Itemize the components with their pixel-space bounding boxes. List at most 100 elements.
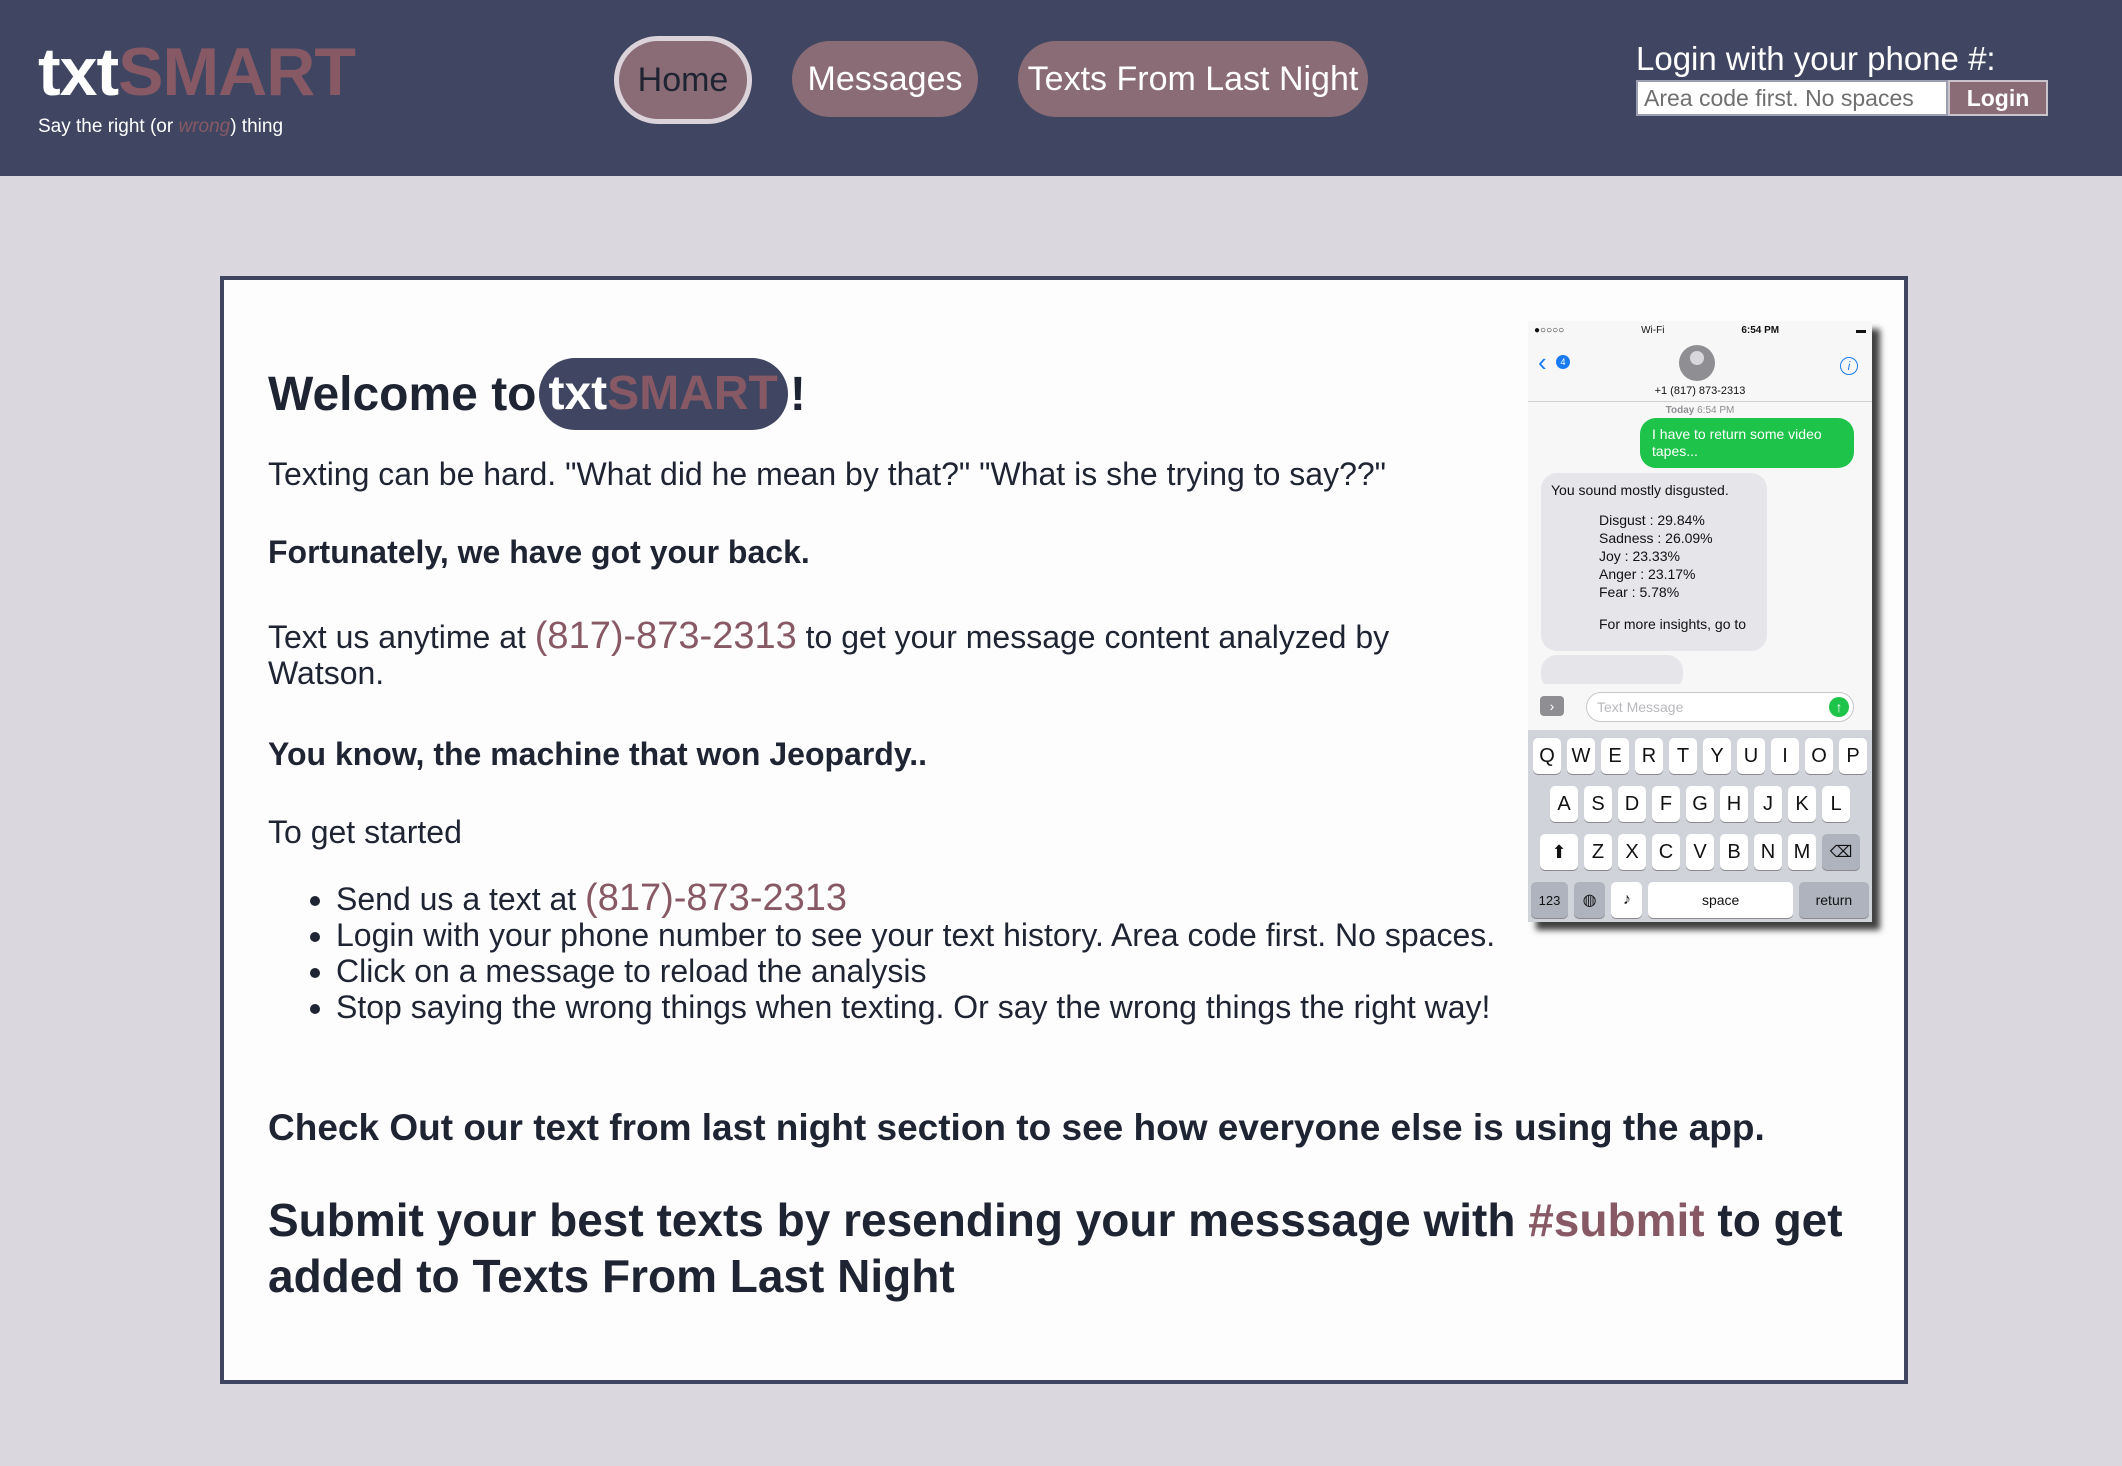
welcome-prefix: Welcome to: [268, 367, 537, 421]
shift-icon: ⬆: [1540, 834, 1578, 870]
keyboard-key: I: [1771, 738, 1799, 774]
emotion-stat: Joy : 23.33%: [1599, 548, 1680, 564]
wifi-label: Wi-Fi: [1641, 324, 1665, 336]
keyboard-key: R: [1635, 738, 1663, 774]
keyboard-key: S: [1584, 786, 1612, 822]
keyboard-key: A: [1550, 786, 1578, 822]
emotion-stat: Anger : 23.17%: [1599, 566, 1696, 582]
brand-pill: txtSMART: [538, 358, 788, 430]
numbers-key: 123: [1531, 882, 1569, 918]
emotion-stats: Disgust : 29.84% Sadness : 26.09% Joy : …: [1599, 511, 1757, 601]
info-icon: i: [1840, 357, 1858, 375]
keyboard-key: T: [1669, 738, 1697, 774]
text-us-before: Text us anytime at: [268, 619, 535, 655]
nav-texts-from-last-night-button[interactable]: Texts From Last Night: [1018, 41, 1368, 117]
keyboard-key: W: [1567, 738, 1595, 774]
phone-number-input[interactable]: [1636, 80, 1948, 116]
keyboard-key: D: [1618, 786, 1646, 822]
keyboard-key: O: [1805, 738, 1833, 774]
tagline-end: ) thing: [230, 116, 284, 137]
keyboard-key: X: [1618, 834, 1646, 870]
keyboard-row-3: ⬆ Z X C V B N M ⌫: [1528, 834, 1872, 870]
keyboard-key: Y: [1703, 738, 1731, 774]
submit-before: Submit your best texts by resending your…: [268, 1194, 1529, 1246]
keyboard-key: C: [1652, 834, 1680, 870]
list-item: Send us a text at (817)-873-2313: [336, 877, 1526, 919]
apps-icon: ›: [1540, 696, 1564, 716]
status-time: 6:54 PM: [1741, 324, 1780, 336]
step-1-phone-number: (817)-873-2313: [585, 877, 848, 919]
tagline-emphasis: wrong: [178, 116, 231, 137]
globe-icon: ◍: [1574, 882, 1606, 918]
date-divider: Today 6:54 PM: [1528, 405, 1872, 416]
tagline: Say the right (or wrong) thing: [38, 116, 355, 138]
date-label: Today: [1665, 405, 1695, 416]
logo-smart: SMART: [118, 34, 356, 110]
keyboard-key: U: [1737, 738, 1765, 774]
keyboard-key: Z: [1584, 834, 1612, 870]
login-label: Login with your phone #:: [1636, 40, 1996, 77]
signal-icon: ●○○○○: [1534, 324, 1565, 336]
unread-badge: 4: [1556, 355, 1570, 369]
logo-txt: txt: [38, 34, 119, 110]
top-nav-bar: txtSMART Say the right (or wrong) thing …: [0, 0, 2122, 176]
onscreen-keyboard: Q W E R T Y U I O P A S D F G H J K L ⬆ …: [1528, 730, 1872, 922]
logo[interactable]: txtSMART Say the right (or wrong) thing: [38, 32, 356, 138]
emotion-stat: Fear : 5.78%: [1599, 584, 1680, 600]
step-1-text: Send us a text at: [336, 881, 586, 917]
sent-message-bubble: I have to return some video tapes...: [1640, 418, 1854, 468]
keyboard-row-4: 123 ◍ ♪ space return: [1528, 882, 1872, 918]
contact-avatar-icon: [1679, 345, 1715, 381]
compose-placeholder: Text Message: [1597, 699, 1684, 715]
conversation-header: ‹ 4 +1 (817) 873-2313 i: [1528, 339, 1872, 402]
text-us-paragraph: Text us anytime at (817)-873-2313 to get…: [268, 615, 1458, 691]
brand-pill-txt: txt: [548, 367, 608, 420]
logo-wordmark: txtSMART: [38, 32, 356, 112]
submit-hashtag: #submit: [1528, 1194, 1705, 1246]
space-key: space: [1648, 882, 1793, 918]
keyboard-key: L: [1822, 786, 1850, 822]
emotion-stat: Disgust : 29.84%: [1599, 512, 1705, 528]
compose-field: Text Message ↑: [1586, 692, 1854, 722]
check-out-text: Check Out our text from last night secti…: [268, 1107, 1765, 1148]
reply-more-text: For more insights, go to: [1599, 616, 1747, 632]
fortunately-text: Fortunately, we have got your back.: [268, 534, 810, 570]
keyboard-key: H: [1720, 786, 1748, 822]
battery-icon: ▬: [1856, 324, 1866, 336]
emotion-stat: Sadness : 26.09%: [1599, 530, 1713, 546]
list-item: Click on a message to reload the analysi…: [336, 953, 1526, 989]
welcome-suffix: !: [789, 367, 806, 421]
welcome-heading: Welcome to txtSMART !: [268, 358, 806, 430]
nav-home-button[interactable]: Home: [614, 36, 752, 124]
keyboard-key: E: [1601, 738, 1629, 774]
back-chevron-icon: ‹: [1538, 347, 1547, 377]
keyboard-key: J: [1754, 786, 1782, 822]
phone-number: (817)-873-2313: [534, 615, 797, 657]
compose-bar: › Text Message ↑: [1528, 684, 1872, 730]
tagline-start: Say the right (or: [38, 116, 179, 137]
keyboard-row-1: Q W E R T Y U I O P: [1528, 738, 1872, 774]
keyboard-key: F: [1652, 786, 1680, 822]
keyboard-key: N: [1754, 834, 1782, 870]
submit-text: Submit your best texts by resending your…: [268, 1192, 1868, 1304]
keyboard-key: G: [1686, 786, 1714, 822]
keyboard-key: M: [1788, 834, 1816, 870]
keyboard-key: V: [1686, 834, 1714, 870]
return-key: return: [1798, 882, 1870, 918]
example-conversation-screenshot: ●○○○○ Wi-Fi 6:54 PM ▬ ‹ 4 +1 (817) 873-2…: [1528, 321, 1872, 922]
list-item: Stop saying the wrong things when textin…: [336, 989, 1526, 1025]
to-get-started-text: To get started: [268, 814, 462, 850]
backspace-icon: ⌫: [1822, 834, 1860, 870]
contact-number: +1 (817) 873-2313: [1654, 385, 1746, 397]
keyboard-row-2: A S D F G H J K L: [1528, 786, 1872, 822]
reply-headline: You sound mostly disgusted.: [1551, 482, 1729, 498]
intro-text: Texting can be hard. "What did he mean b…: [268, 456, 1387, 492]
date-time: 6:54 PM: [1697, 405, 1735, 416]
phone-status-bar: ●○○○○ Wi-Fi 6:54 PM ▬: [1528, 321, 1872, 339]
welcome-card: Welcome to txtSMART ! Texting can be har…: [220, 276, 1908, 1384]
login-button[interactable]: Login: [1948, 80, 2048, 116]
keyboard-key: B: [1720, 834, 1748, 870]
nav-messages-button[interactable]: Messages: [792, 41, 978, 117]
microphone-icon: ♪: [1611, 882, 1643, 918]
steps-list: Send us a text at (817)-873-2313 Login w…: [304, 877, 1526, 1025]
